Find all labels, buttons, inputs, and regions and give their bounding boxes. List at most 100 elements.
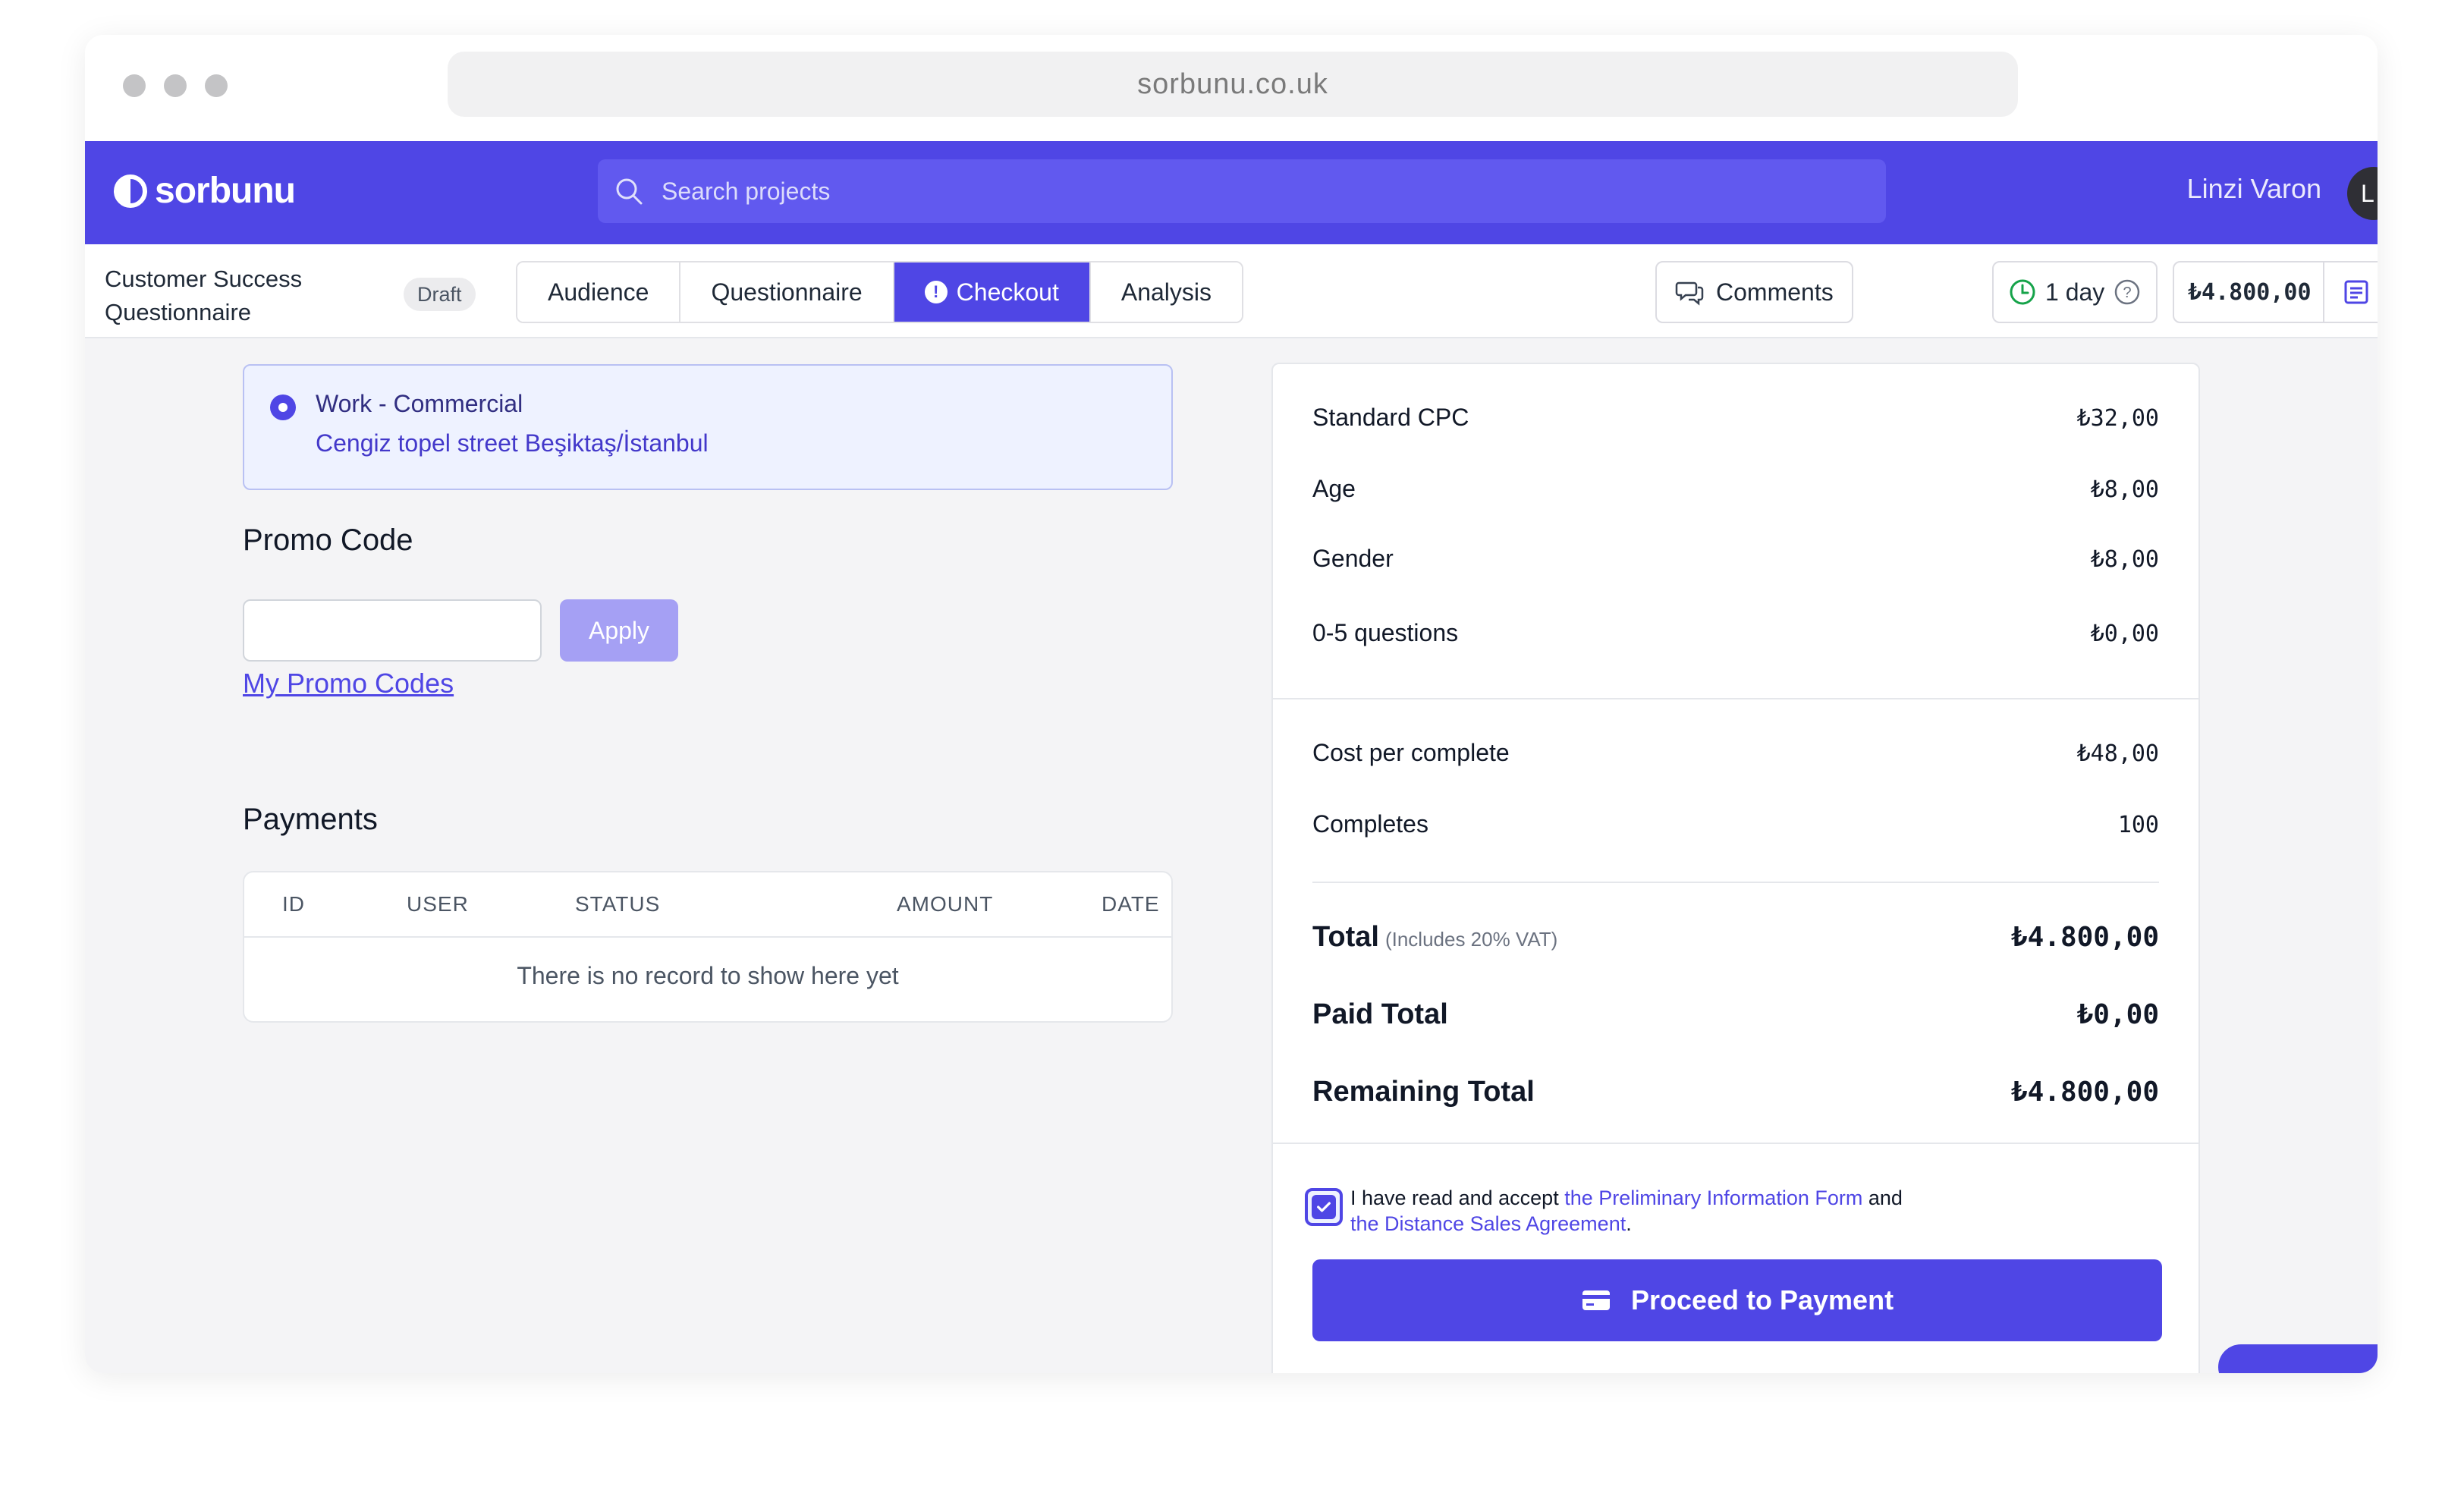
logo-icon <box>114 174 147 208</box>
price-value: ₺8,00 <box>2090 546 2159 573</box>
chat-widget-button[interactable] <box>2218 1344 2378 1373</box>
column-header-id[interactable]: ID <box>282 892 305 916</box>
chat-bubbles-icon <box>1675 281 1704 306</box>
preliminary-information-form-link[interactable]: the Preliminary Information Form <box>1564 1187 1862 1209</box>
remaining-total-value: ₺4.800,00 <box>2010 1077 2159 1108</box>
browser-chrome: sorbunu.co.uk <box>85 35 2378 141</box>
tab-questionnaire[interactable]: Questionnaire <box>680 262 894 322</box>
total-label-text: Total <box>1312 921 1379 953</box>
divider <box>1273 698 2198 699</box>
total-value: ₺4.800,00 <box>2010 922 2159 953</box>
proceed-label: Proceed to Payment <box>1630 1284 1894 1316</box>
list-icon <box>2344 280 2368 304</box>
price-label: Gender <box>1312 545 1394 572</box>
column-header-amount[interactable]: AMOUNT <box>897 892 993 916</box>
price-label: Age <box>1312 475 1356 502</box>
window-maximize-dot[interactable] <box>205 74 228 97</box>
tab-checkout[interactable]: ! Checkout <box>894 262 1091 322</box>
remaining-total-row: Remaining Total ₺4.800,00 <box>1312 1076 2159 1108</box>
promo-code-input[interactable] <box>243 599 542 662</box>
tab-label: Analysis <box>1120 278 1212 306</box>
avatar[interactable]: L <box>2347 167 2378 220</box>
duration-label: 1 day <box>2045 278 2105 306</box>
budget-display[interactable]: ₺4.800,00 <box>2173 261 2324 323</box>
price-label: 0-5 questions <box>1312 619 1459 646</box>
completes-label: Completes <box>1312 810 1428 838</box>
project-tabs: Audience Questionnaire ! Checkout Analys… <box>516 261 1244 323</box>
price-label: Standard CPC <box>1312 404 1469 431</box>
total-label: Total (Includes 20% VAT) <box>1312 921 1557 954</box>
agreement-prefix: I have read and accept <box>1350 1187 1559 1209</box>
tab-label: Questionnaire <box>711 278 863 306</box>
duration-button[interactable]: 1 day ? <box>1992 261 2158 323</box>
tab-label: Checkout <box>956 278 1059 306</box>
proceed-to-payment-button[interactable]: Proceed to Payment <box>1312 1259 2162 1341</box>
browser-window: sorbunu.co.uk sorbunu Linzi Varon L Cust… <box>85 35 2378 1373</box>
my-promo-codes-link[interactable]: My Promo Codes <box>243 668 454 699</box>
price-row: Gender ₺8,00 <box>1312 545 2159 573</box>
help-circle-icon[interactable]: ? <box>2112 277 2142 307</box>
comments-label: Comments <box>1716 278 1834 306</box>
tab-label: Audience <box>548 278 649 306</box>
cost-per-complete-label: Cost per complete <box>1312 739 1510 766</box>
price-row: Standard CPC ₺32,00 <box>1312 404 2159 432</box>
user-name[interactable]: Linzi Varon <box>2187 173 2321 205</box>
credit-card-icon <box>1582 1290 1610 1310</box>
address-line: Cengiz topel street Beşiktaş/İstanbul <box>316 429 709 457</box>
column-header-status[interactable]: STATUS <box>575 892 660 916</box>
address-bar[interactable]: sorbunu.co.uk <box>448 52 2018 117</box>
app-header: sorbunu Linzi Varon L <box>85 141 2378 244</box>
apply-button[interactable]: Apply <box>560 599 678 662</box>
window-minimize-dot[interactable] <box>164 74 187 97</box>
completes-row: Completes 100 <box>1312 810 2159 838</box>
search-bar[interactable] <box>598 159 1886 223</box>
remaining-total-label: Remaining Total <box>1312 1076 1535 1108</box>
paid-total-label: Paid Total <box>1312 998 1448 1030</box>
agreement-middle: and <box>1868 1187 1903 1209</box>
tab-analysis[interactable]: Analysis <box>1090 262 1243 322</box>
search-input[interactable] <box>662 177 1886 206</box>
status-badge: Draft <box>404 278 476 311</box>
paid-total-row: Paid Total ₺0,00 <box>1312 998 2159 1031</box>
order-summary-panel: Standard CPC ₺32,00 Age ₺8,00 Gender ₺8,… <box>1271 363 2200 1373</box>
checkout-content: Work - Commercial Cengiz topel street Be… <box>85 338 2378 1373</box>
divider <box>1312 882 2159 883</box>
table-header: ID USER STATUS AMOUNT DATE <box>244 872 1171 938</box>
paid-total-value: ₺0,00 <box>2076 999 2159 1030</box>
distance-sales-agreement-link[interactable]: the Distance Sales Agreement <box>1350 1212 1626 1235</box>
column-header-date[interactable]: DATE <box>1102 892 1160 916</box>
project-title: Customer Success Questionnaire <box>105 266 303 325</box>
cost-per-complete-row: Cost per complete ₺48,00 <box>1312 739 2159 767</box>
project-toolbar: Customer Success Questionnaire Draft Aud… <box>85 244 2378 338</box>
address-title: Work - Commercial <box>316 390 523 417</box>
agreement-suffix: . <box>1626 1212 1632 1235</box>
vat-note: (Includes 20% VAT) <box>1384 928 1558 951</box>
agreement-checkbox[interactable] <box>1305 1188 1343 1226</box>
address-radio[interactable] <box>270 395 296 420</box>
clock-icon <box>2010 279 2035 305</box>
cost-per-complete-value: ₺48,00 <box>2076 740 2159 767</box>
svg-text:?: ? <box>2123 284 2132 301</box>
agreement-text: I have read and accept the Preliminary I… <box>1350 1185 2109 1237</box>
price-value: ₺32,00 <box>2076 405 2159 432</box>
promo-heading: Promo Code <box>243 523 413 557</box>
payments-table: ID USER STATUS AMOUNT DATE There is no r… <box>243 871 1173 1023</box>
checkmark-icon <box>1312 1195 1336 1219</box>
search-icon <box>616 178 643 205</box>
tab-audience[interactable]: Audience <box>517 262 681 322</box>
window-close-dot[interactable] <box>123 74 146 97</box>
logo-text: sorbunu <box>155 171 296 211</box>
summary-toggle-button[interactable] <box>2323 261 2378 323</box>
column-header-user[interactable]: USER <box>407 892 469 916</box>
sorbunu-logo[interactable]: sorbunu <box>111 170 296 212</box>
total-row: Total (Includes 20% VAT) ₺4.800,00 <box>1312 921 2159 954</box>
payments-heading: Payments <box>243 803 378 836</box>
address-option[interactable]: Work - Commercial Cengiz topel street Be… <box>243 364 1173 490</box>
budget-value: ₺4.800,00 <box>2188 278 2312 306</box>
price-value: ₺8,00 <box>2090 476 2159 503</box>
comments-button[interactable]: Comments <box>1655 261 1853 323</box>
alert-circle-icon: ! <box>924 281 948 303</box>
completes-value: 100 <box>2117 812 2159 838</box>
empty-table-message: There is no record to show here yet <box>517 962 899 989</box>
price-row: Age ₺8,00 <box>1312 475 2159 503</box>
